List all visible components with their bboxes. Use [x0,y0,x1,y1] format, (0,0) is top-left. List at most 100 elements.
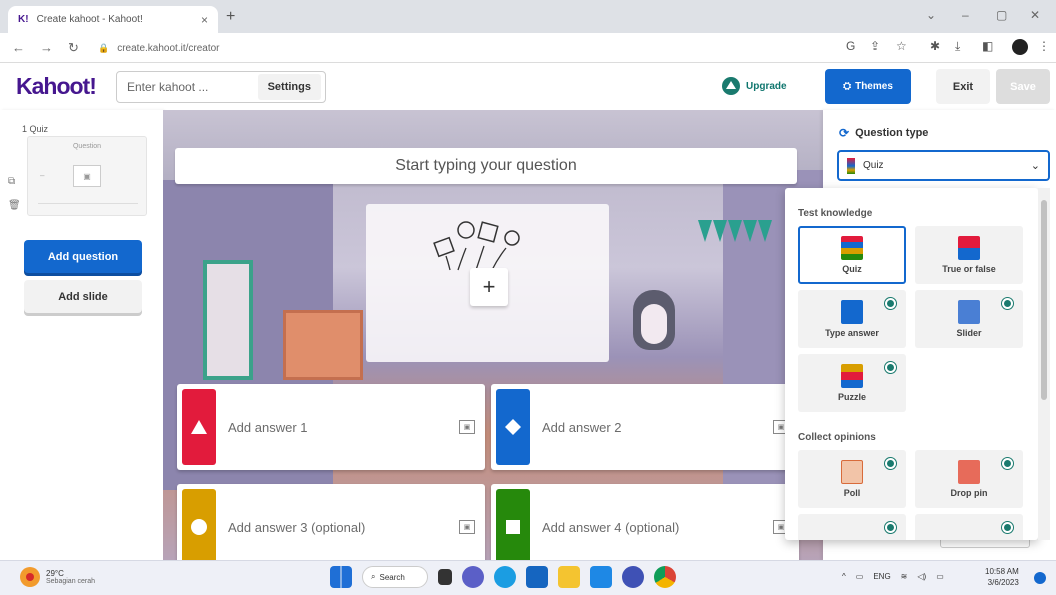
share-icon[interactable]: ⇪ [870,39,880,53]
browser-tab-bar: K! Create kahoot - Kahoot! × + ⌄ – ▢ ✕ [0,0,1056,33]
file-explorer-icon[interactable] [558,566,580,588]
option-slider[interactable]: Slider [915,290,1023,348]
forward-arrow-icon[interactable]: → [40,40,53,55]
option-puzzle[interactable]: Puzzle [798,354,906,412]
weather-icon [20,567,40,587]
answer-card-3[interactable]: Add answer 3 (optional) ▣ [177,484,485,560]
bookmark-star-icon[interactable]: ☆ [896,39,907,53]
url-field[interactable]: 🔒 create.kahoot.it/creator [98,38,818,58]
taskbar-clock[interactable]: 10:58 AM 3/6/2023 [985,566,1019,588]
answer-card-2[interactable]: Add answer 2 ▣ [491,384,799,470]
question-type-dropdown: Test knowledge Quiz True or false Type a… [785,188,1038,540]
answer-3-input[interactable]: Add answer 3 (optional) [228,520,459,535]
answer-1-input[interactable]: Add answer 1 [228,420,459,435]
new-tab-button[interactable]: + [226,8,235,26]
section-test-knowledge: Test knowledge [798,208,873,219]
kahoot-favicon-icon: K! [18,14,29,25]
back-arrow-icon[interactable]: ← [12,40,25,55]
option-drop-pin-label: Drop pin [950,488,988,498]
media-doodle-icon [433,221,520,271]
media-upload-area[interactable]: + [366,204,609,362]
add-media-button[interactable]: + [470,268,508,306]
premium-badge-icon [1002,522,1013,533]
extensions-icon[interactable]: ✱ [930,39,940,53]
question-canvas: Start typing your question + Add answer … [163,110,823,560]
volume-icon[interactable]: ◁) [917,572,926,581]
tab-search-icon[interactable]: ⌄ [926,8,936,22]
task-view-icon[interactable] [438,569,452,585]
wifi-icon[interactable]: ≋ [901,572,908,581]
menu-kebab-icon[interactable]: ⋮ [1038,39,1050,53]
taskbar-search-label: Search [379,572,405,582]
chat-icon[interactable] [462,566,484,588]
question-type-select[interactable]: Quiz ⌄ [837,150,1050,181]
settings-button[interactable]: Settings [257,74,321,100]
notification-icon[interactable] [1034,572,1046,584]
question-type-selected: Quiz [863,160,884,171]
upgrade-icon [722,77,740,95]
minimize-button[interactable]: – [962,8,969,22]
upgrade-label: Upgrade [746,80,787,92]
dropdown-scrollbar[interactable] [1038,188,1050,540]
kahoot-logo[interactable]: Kahoot! [16,73,97,100]
option-type-answer[interactable]: Type answer [798,290,906,348]
taskbar-search[interactable]: ⌕ Search [362,566,428,588]
trash-icon[interactable]: 🗑 [8,200,21,211]
profile-avatar[interactable] [1012,39,1028,55]
app-icon[interactable] [590,566,612,588]
option-slider-label: Slider [956,328,982,338]
scrollbar-thumb[interactable] [1041,200,1047,400]
sidepanel-icon[interactable]: ◧ [982,39,993,53]
option-quiz[interactable]: Quiz [798,226,906,284]
tab-title: Create kahoot - Kahoot! [36,14,143,25]
close-tab-icon[interactable]: × [201,13,208,27]
kahoot-header: Kahoot! Enter kahoot ... Settings Upgrad… [0,63,1056,110]
chrome-icon[interactable] [654,566,676,588]
battery-icon[interactable]: ▭ [936,572,944,581]
store-icon[interactable] [526,566,548,588]
browser-tab[interactable]: K! Create kahoot - Kahoot! × [8,6,218,33]
add-question-button[interactable]: Add question [24,240,142,273]
answer-4-input[interactable]: Add answer 4 (optional) [542,520,773,535]
slide-thumbnail[interactable]: Question – ▣ [27,136,147,216]
save-button[interactable]: Save [996,69,1050,104]
maximize-button[interactable]: ▢ [996,8,1007,22]
option-poll[interactable]: Poll [798,450,906,508]
kahoot-title-field[interactable]: Enter kahoot ... Settings [116,71,326,103]
language-indicator[interactable]: ENG [873,572,890,581]
duplicate-icon[interactable]: ⧉ [8,176,15,187]
app-globe-icon[interactable] [622,566,644,588]
answer-card-4[interactable]: Add answer 4 (optional) ▣ [491,484,799,560]
reload-icon[interactable]: ↻ [68,40,79,56]
option-true-false-label: True or false [942,264,996,274]
weather-temp: 29°C [46,569,64,578]
weather-widget[interactable]: 29°C Sebagian cerah [20,567,95,587]
quiz-mini-icon [847,157,855,174]
weather-desc: Sebagian cerah [46,578,96,585]
upgrade-button[interactable]: Upgrade [722,77,787,95]
add-slide-button[interactable]: Add slide [24,280,142,313]
answer-image-icon[interactable]: ▣ [459,520,475,534]
background-corkboard [283,310,363,380]
download-icon[interactable]: ⤓ [955,39,960,54]
answer-2-input[interactable]: Add answer 2 [542,420,773,435]
background-board [203,260,253,380]
tray-chevron-icon[interactable]: ^ [842,572,846,581]
themes-button[interactable]: ⛭ Themes [825,69,911,104]
google-icon[interactable]: G [846,39,855,53]
exit-button[interactable]: Exit [936,69,990,104]
edge-icon[interactable] [494,566,516,588]
close-window-button[interactable]: ✕ [1030,8,1040,22]
option-true-or-false[interactable]: True or false [915,226,1023,284]
poll-icon [841,460,863,484]
option-more-2[interactable] [915,514,1023,540]
clock-time: 10:58 AM [985,567,1019,576]
tray-app-icon[interactable]: ▭ [856,572,864,581]
themes-icon: ⛭ [843,81,852,92]
question-input[interactable]: Start typing your question [175,148,797,184]
option-more-1[interactable] [798,514,906,540]
option-drop-pin[interactable]: Drop pin [915,450,1023,508]
answer-image-icon[interactable]: ▣ [459,420,475,434]
answer-card-1[interactable]: Add answer 1 ▣ [177,384,485,470]
start-windows-icon[interactable] [330,566,352,588]
